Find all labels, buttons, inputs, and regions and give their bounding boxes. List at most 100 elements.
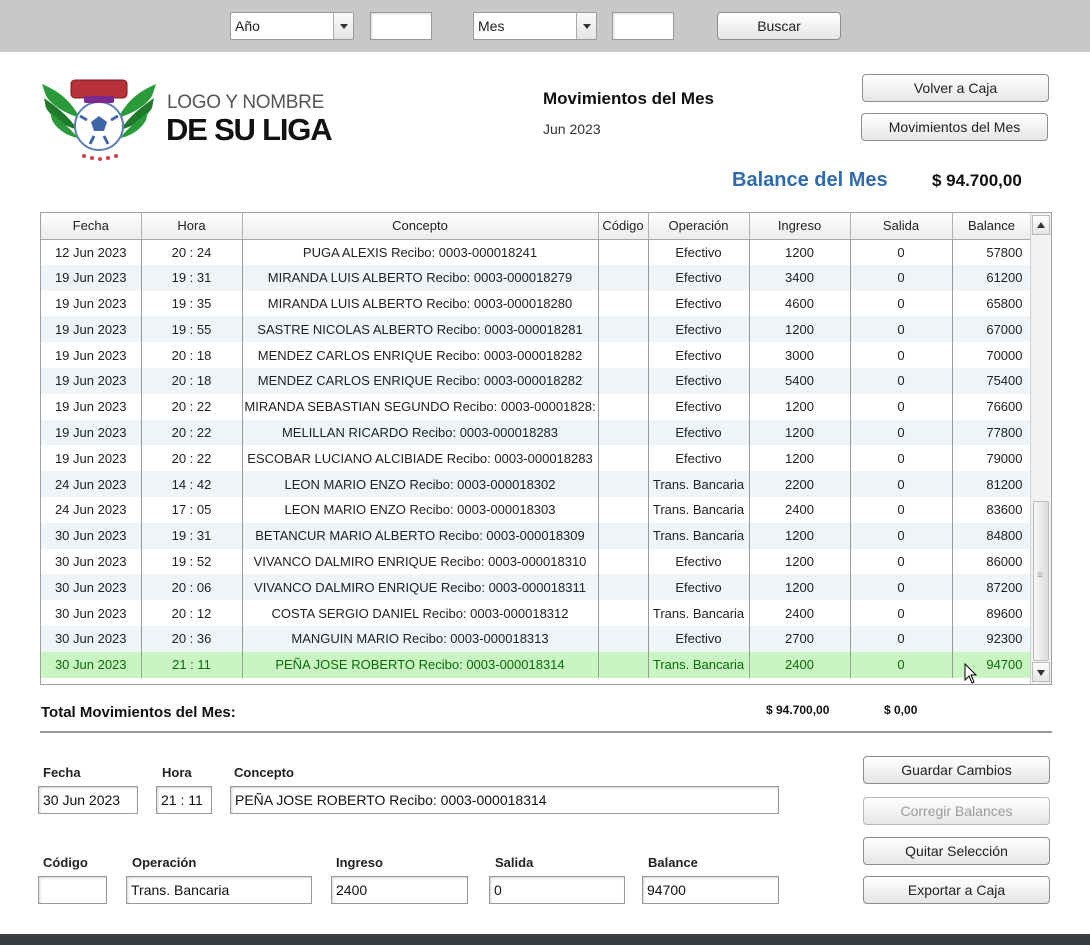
table-row[interactable]: 19 Jun 2023 20 : 18 MENDEZ CARLOS ENRIQUE … — [41, 367, 1032, 394]
table-row[interactable]: 19 Jun 2023 19 : 31 MIRANDA LUIS ALBERTO R… — [41, 264, 1032, 291]
table-cell: 17 : 05 — [141, 496, 243, 523]
chevron-down-icon[interactable] — [576, 13, 596, 39]
search-button[interactable]: Buscar — [717, 12, 841, 40]
table-cell: 1200 — [749, 393, 851, 420]
table-cell: 19 : 35 — [141, 290, 243, 317]
balance-field[interactable]: 94700 — [642, 876, 779, 904]
table-cell — [598, 393, 649, 420]
table-cell — [598, 548, 649, 575]
export-to-cash-button[interactable]: Exportar a Caja — [863, 876, 1050, 904]
column-header[interactable]: Salida — [850, 213, 953, 240]
vertical-scrollbar[interactable] — [1030, 213, 1051, 684]
month-balance-label: Balance del Mes — [732, 169, 888, 191]
scroll-up-icon[interactable] — [1032, 215, 1050, 235]
table-row[interactable]: 24 Jun 2023 14 : 42 LEON MARIO ENZO Recibo… — [41, 471, 1032, 497]
salida-field[interactable]: 0 — [489, 876, 625, 904]
table-row[interactable]: 19 Jun 2023 19 : 35 MIRANDA LUIS ALBERTO R… — [41, 290, 1032, 317]
table-row[interactable]: 19 Jun 2023 19 : 55 SASTRE NICOLAS ALBERTO… — [41, 316, 1032, 343]
table-cell: 19 Jun 2023 — [41, 342, 142, 368]
table-cell: 2700 — [749, 625, 851, 652]
table-cell: PEÑA JOSE ROBERTO Recibo: 0003-000018314 — [242, 651, 599, 678]
year-input[interactable] — [370, 12, 432, 40]
column-header[interactable]: Balance — [952, 213, 1032, 240]
month-movements-button[interactable]: Movimientos del Mes — [861, 113, 1048, 141]
year-select-label: Año — [235, 18, 260, 34]
table-cell: Efectivo — [648, 264, 750, 291]
table-cell: 20 : 18 — [141, 367, 243, 394]
table-cell: LEON MARIO ENZO Recibo: 0003-000018303 — [242, 496, 599, 523]
column-header[interactable]: Operación — [648, 213, 750, 240]
hora-field[interactable]: 21 : 11 — [156, 786, 212, 814]
table-cell: 0 — [850, 574, 953, 601]
table-row[interactable]: 30 Jun 2023 19 : 52 VIVANCO DALMIRO ENRIQU… — [41, 548, 1032, 575]
scroll-down-icon[interactable] — [1032, 662, 1050, 682]
table-row[interactable]: 24 Jun 2023 17 : 05 LEON MARIO ENZO Recibo… — [41, 496, 1032, 523]
concepto-field[interactable]: PEÑA JOSE ROBERTO Recibo: 0003-000018314 — [230, 786, 779, 814]
table-cell: 87200 — [952, 574, 1032, 601]
table-cell: 30 Jun 2023 — [41, 522, 142, 549]
fix-balances-button[interactable]: Corregir Balances — [863, 797, 1050, 825]
column-header[interactable]: Concepto — [242, 213, 599, 240]
table-cell — [598, 445, 649, 472]
scrollbar-thumb[interactable] — [1033, 501, 1049, 661]
table-cell: 30 Jun 2023 — [41, 625, 142, 652]
table-cell: Efectivo — [648, 393, 750, 420]
back-to-cash-button[interactable]: Volver a Caja — [862, 74, 1049, 102]
table-row[interactable]: 30 Jun 2023 20 : 36 MANGUIN MARIO Recibo: … — [41, 625, 1032, 652]
table-row[interactable]: 12 Jun 2023 20 : 24 PUGA ALEXIS Recibo: 00… — [41, 239, 1032, 265]
table-cell: 0 — [850, 600, 953, 626]
table-cell: 0 — [850, 264, 953, 291]
table-cell: 0 — [850, 548, 953, 575]
column-header[interactable]: Hora — [141, 213, 243, 240]
table-cell: 20 : 12 — [141, 600, 243, 626]
month-input[interactable] — [612, 12, 674, 40]
table-cell: 57800 — [952, 239, 1032, 265]
table-cell: 65800 — [952, 290, 1032, 317]
chevron-down-icon[interactable] — [333, 13, 353, 39]
column-header[interactable]: Fecha — [41, 213, 142, 240]
table-cell: Efectivo — [648, 548, 750, 575]
table-cell — [598, 625, 649, 652]
table-cell: Efectivo — [648, 625, 750, 652]
table-cell: MENDEZ CARLOS ENRIQUE Recibo: 0003-00001… — [242, 342, 599, 368]
table-cell: 0 — [850, 625, 953, 652]
save-changes-button[interactable]: Guardar Cambios — [863, 756, 1050, 784]
table-cell: 75400 — [952, 367, 1032, 394]
year-select[interactable]: Año — [230, 12, 354, 40]
table-row[interactable]: 30 Jun 2023 20 : 06 VIVANCO DALMIRO ENRIQU… — [41, 574, 1032, 601]
column-header[interactable]: Código — [598, 213, 649, 240]
fecha-field[interactable]: 30 Jun 2023 — [38, 786, 138, 814]
table-cell: 0 — [850, 367, 953, 394]
table-cell: 24 Jun 2023 — [41, 471, 142, 497]
column-header[interactable]: Ingreso — [749, 213, 851, 240]
hora-label: Hora — [162, 765, 192, 780]
table-cell: 19 Jun 2023 — [41, 264, 142, 291]
table-cell: 19 Jun 2023 — [41, 290, 142, 317]
table-cell: SASTRE NICOLAS ALBERTO Recibo: 0003-0000… — [242, 316, 599, 343]
table-row[interactable]: 19 Jun 2023 20 : 18 MENDEZ CARLOS ENRIQUE … — [41, 342, 1032, 368]
table-row[interactable]: 19 Jun 2023 20 : 22 MELILLAN RICARDO Recib… — [41, 419, 1032, 446]
table-cell: 20 : 22 — [141, 445, 243, 472]
page-title: Movimientos del Mes — [543, 89, 714, 108]
table-row[interactable]: 19 Jun 2023 20 : 22 ESCOBAR LUCIANO ALCIBI… — [41, 445, 1032, 472]
table-cell: 89600 — [952, 600, 1032, 626]
table-cell: 4600 — [749, 290, 851, 317]
table-row[interactable]: 30 Jun 2023 21 : 11 PEÑA JOSE ROBERTO Reci… — [41, 651, 1032, 678]
table-cell: 19 : 55 — [141, 316, 243, 343]
table-cell: 20 : 36 — [141, 625, 243, 652]
clear-selection-button[interactable]: Quitar Selección — [863, 837, 1050, 865]
operacion-field[interactable]: Trans. Bancaria — [126, 876, 312, 904]
table-cell: 30 Jun 2023 — [41, 548, 142, 575]
month-select-label: Mes — [478, 18, 505, 34]
fecha-label: Fecha — [43, 765, 81, 780]
table-row[interactable]: 30 Jun 2023 20 : 12 COSTA SERGIO DANIEL Re… — [41, 600, 1032, 626]
table-row[interactable]: 19 Jun 2023 20 : 22 MIRANDA SEBASTIAN SEGU… — [41, 393, 1032, 420]
month-select[interactable]: Mes — [473, 12, 597, 40]
table-cell — [598, 600, 649, 626]
table-row[interactable]: 30 Jun 2023 19 : 31 BETANCUR MARIO ALBERTO… — [41, 522, 1032, 549]
codigo-field[interactable] — [38, 876, 107, 904]
ingreso-field[interactable]: 2400 — [331, 876, 468, 904]
table-cell: 21 : 11 — [141, 651, 243, 678]
month-balance-value: $ 94.700,00 — [932, 171, 1022, 190]
table-cell: MENDEZ CARLOS ENRIQUE Recibo: 0003-00001… — [242, 367, 599, 394]
